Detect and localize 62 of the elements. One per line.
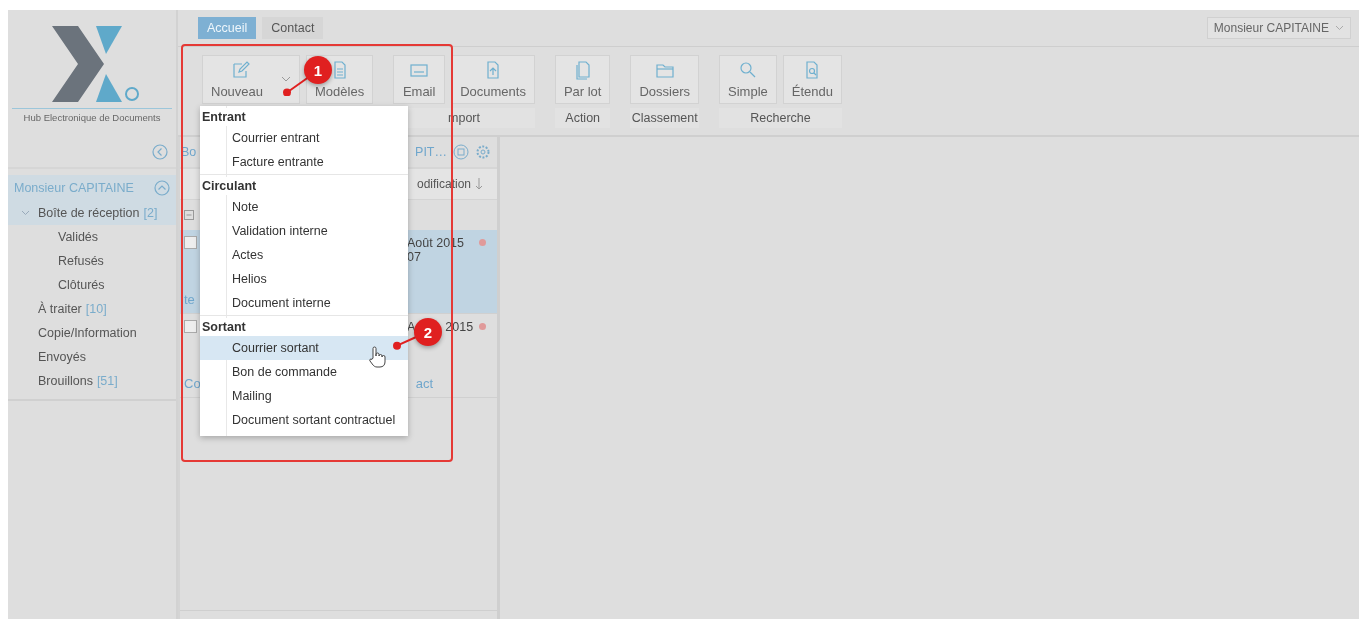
ribbon-button[interactable]: Email xyxy=(393,55,446,104)
search-icon xyxy=(737,60,758,80)
sort-arrow-icon[interactable] xyxy=(475,177,483,191)
expand-icon[interactable] xyxy=(21,210,30,216)
filter-icon[interactable] xyxy=(453,144,469,160)
ribbon-tab[interactable]: Contact xyxy=(262,17,324,39)
folder-label: Envoyés xyxy=(38,350,86,364)
folder-item[interactable]: Boîte de réception [2] xyxy=(8,201,176,225)
ribbon-button[interactable]: Par lot xyxy=(554,55,611,104)
folder-item[interactable]: Envoyés xyxy=(8,345,176,369)
subfolder-item[interactable]: Clôturés xyxy=(8,273,176,297)
subfolder-item[interactable]: Validés xyxy=(8,225,176,249)
group-label: Action xyxy=(565,111,601,125)
folder-label: Boîte de réception xyxy=(38,206,140,220)
logo-caption: Hub Electronique de Documents xyxy=(23,112,161,123)
collapse-group-icon[interactable] xyxy=(184,210,194,220)
settings-icon[interactable] xyxy=(475,144,491,160)
collapse-icon[interactable] xyxy=(152,144,168,160)
menu-item[interactable]: Note xyxy=(200,195,408,219)
menu-item[interactable]: Document interne xyxy=(200,291,408,315)
folder-item[interactable]: À traiter [10] xyxy=(8,297,176,321)
menu-item[interactable]: Bon de commande xyxy=(200,360,408,384)
menu-item[interactable]: Courrier entrant xyxy=(200,126,408,150)
ribbon-button[interactable]: Documents xyxy=(451,55,535,104)
menu-item[interactable]: Actes xyxy=(200,243,408,267)
date-text: A xyxy=(407,320,416,334)
menu-item[interactable]: Document sortant contractuel xyxy=(200,408,408,432)
group-label: Recherche xyxy=(750,111,811,125)
folder-count: [2] xyxy=(143,206,158,220)
menu-section-title: Circulant xyxy=(200,177,408,195)
user-dropdown[interactable]: Monsieur CAPITAINE xyxy=(1206,17,1351,39)
edit-icon xyxy=(231,60,251,80)
folder-count: [10] xyxy=(85,302,107,316)
collapse-up-icon[interactable] xyxy=(154,180,170,196)
time-text: 07 xyxy=(407,250,422,264)
ribbon-button[interactable]: Étendu xyxy=(782,55,842,104)
folder-label: Copie/Information xyxy=(38,326,137,340)
status-dot-icon xyxy=(479,239,486,246)
folder-item[interactable]: Brouillons [51] xyxy=(8,369,176,393)
panel-title: PIT… xyxy=(415,145,447,159)
group-label: Classement xyxy=(631,111,698,125)
hand-cursor-icon xyxy=(368,346,386,368)
menu-item[interactable]: Mailing xyxy=(200,384,408,408)
menu-section-title: Sortant xyxy=(200,318,408,336)
folder-count: [51] xyxy=(96,374,118,388)
menu-item[interactable]: Courrier sortant xyxy=(200,336,408,360)
subfolder-item[interactable]: Refusés xyxy=(8,249,176,273)
menu-section-title: Entrant xyxy=(200,108,408,126)
logo-icon xyxy=(52,24,142,104)
menu-item[interactable]: Helios xyxy=(200,267,408,291)
ribbon-button[interactable]: Nouveau xyxy=(202,55,300,104)
menu-item[interactable]: Facture entrante xyxy=(200,150,408,174)
row-checkbox[interactable] xyxy=(184,236,197,249)
caret-icon xyxy=(1335,25,1344,31)
folder-item[interactable]: Copie/Information xyxy=(8,321,176,345)
menu-item[interactable]: Validation interne xyxy=(200,219,408,243)
ribbon-button[interactable]: Dossiers xyxy=(630,55,700,104)
folder-label: Brouillons xyxy=(38,374,93,388)
status-dot-icon xyxy=(479,323,486,330)
ribbon-button[interactable]: Simple xyxy=(719,55,777,104)
folder-label: À traiter xyxy=(38,302,82,316)
row-checkbox[interactable] xyxy=(184,320,197,333)
